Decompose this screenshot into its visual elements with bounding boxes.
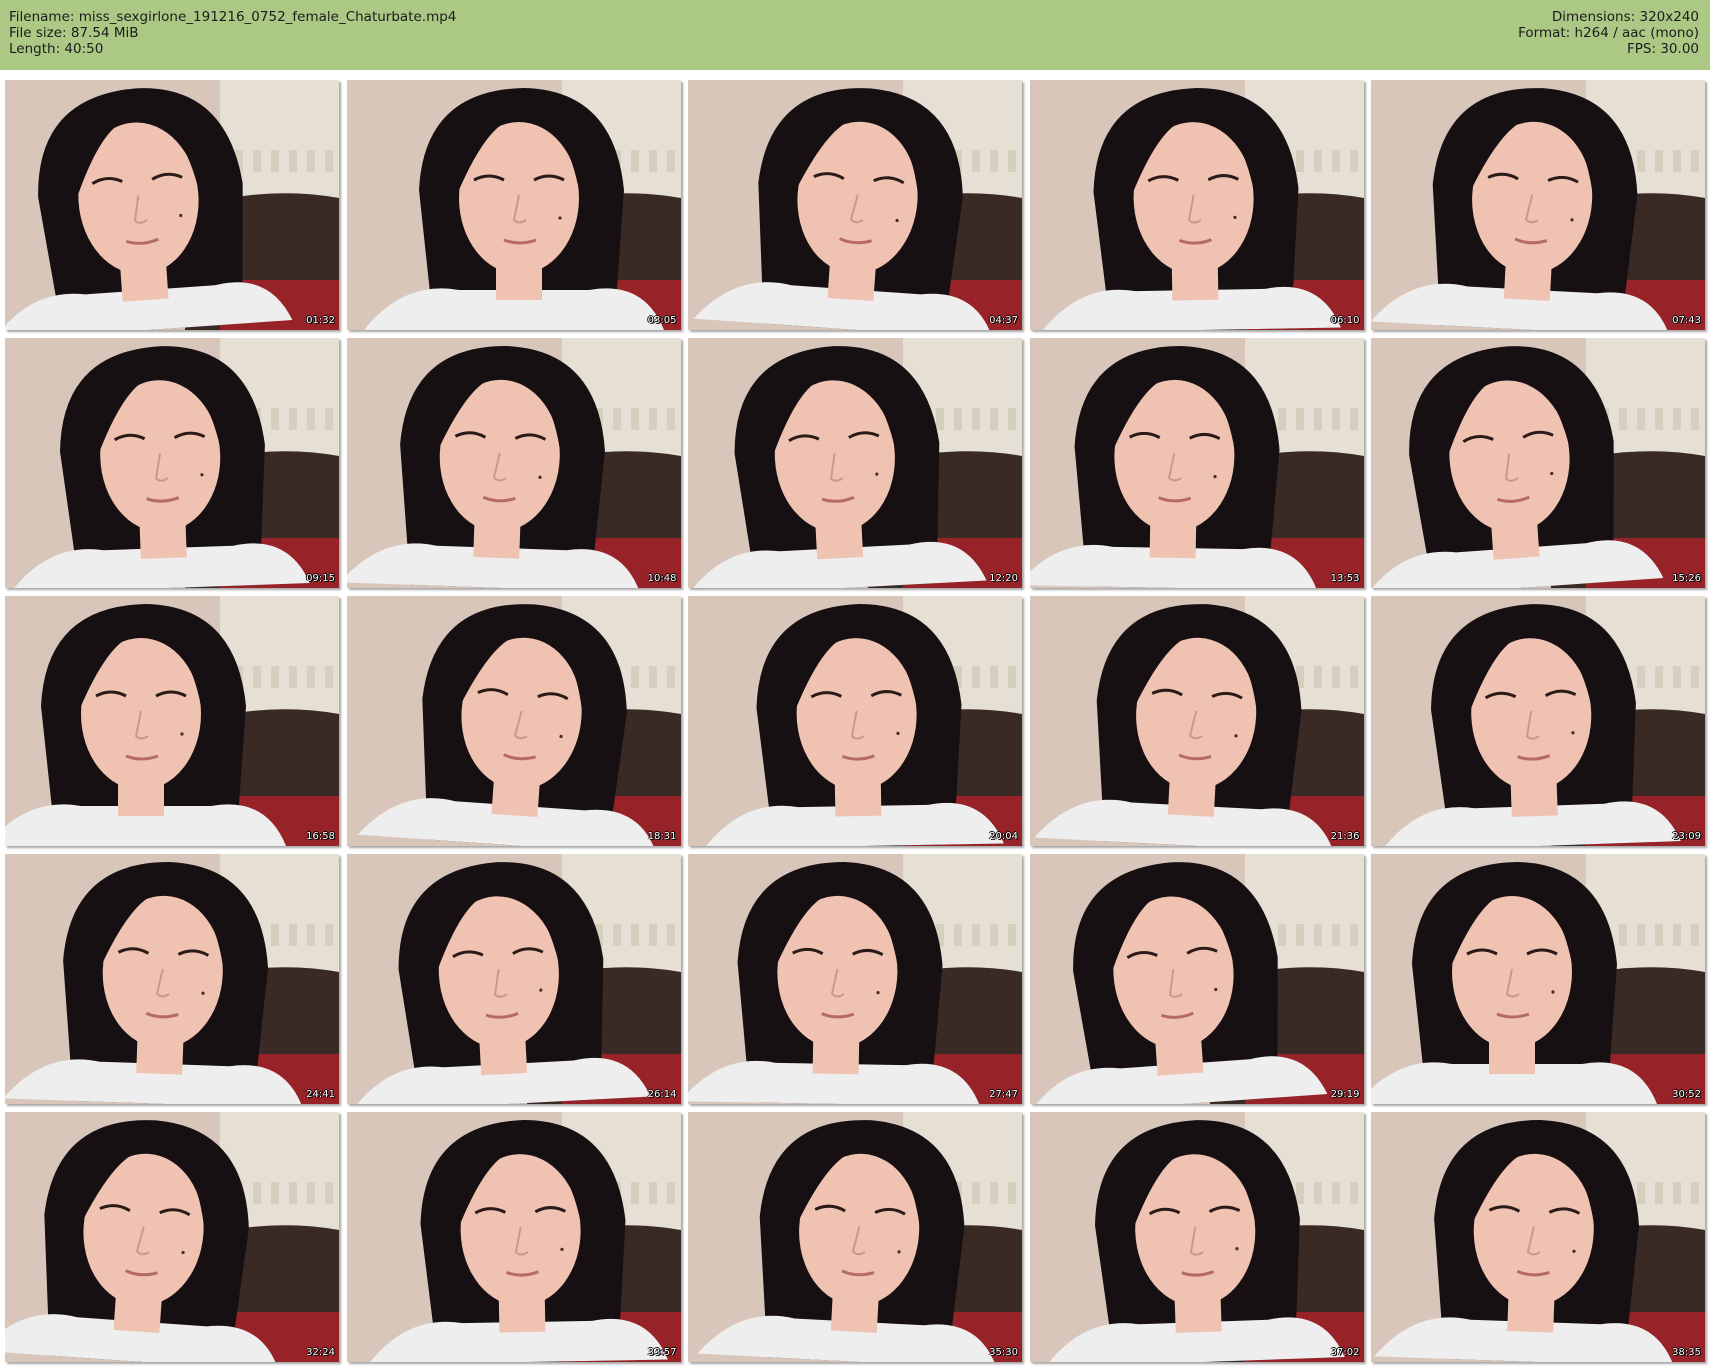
video-frame-thumbnail[interactable]: 09:15 xyxy=(5,338,339,588)
frame-image xyxy=(1029,854,1364,1104)
frame-timestamp: 27:47 xyxy=(989,1089,1018,1100)
frame-timestamp: 01:32 xyxy=(306,315,335,326)
video-frame-thumbnail[interactable]: 01:32 xyxy=(5,80,339,330)
frame-timestamp: 30:52 xyxy=(1672,1089,1701,1100)
format-text: Format: h264 / aac (mono) xyxy=(1518,25,1699,41)
frame-image xyxy=(688,854,1022,1104)
frame-timestamp: 15:26 xyxy=(1672,573,1701,584)
frame-timestamp: 21:36 xyxy=(1330,831,1360,842)
frame-timestamp: 32:24 xyxy=(306,1347,335,1358)
thumbnail-grid: 01:32 03:05 04:37 06:10 07:43 09:15 10:4… xyxy=(5,80,1705,1362)
video-frame-thumbnail[interactable]: 37:02 xyxy=(1029,1112,1364,1362)
frame-image xyxy=(346,1112,681,1362)
frame-timestamp: 07:43 xyxy=(1672,315,1701,326)
file-info: Filename: miss_sexgirlone_191216_0752_fe… xyxy=(9,9,456,57)
frame-timestamp: 20:04 xyxy=(989,831,1018,842)
frame-image xyxy=(5,80,339,330)
info-header: Filename: miss_sexgirlone_191216_0752_fe… xyxy=(0,0,1710,70)
frame-image xyxy=(1029,338,1364,588)
video-frame-thumbnail[interactable]: 15:26 xyxy=(1371,338,1705,588)
video-frame-thumbnail[interactable]: 32:24 xyxy=(5,1112,339,1362)
video-frame-thumbnail[interactable]: 07:43 xyxy=(1371,80,1705,330)
frame-timestamp: 29:19 xyxy=(1330,1089,1360,1100)
frame-image xyxy=(688,338,1022,588)
frame-image xyxy=(5,854,339,1104)
video-frame-thumbnail[interactable]: 16:58 xyxy=(5,596,339,846)
frame-image xyxy=(688,1112,1022,1362)
video-frame-thumbnail[interactable]: 33:57 xyxy=(346,1112,681,1362)
frame-image xyxy=(5,338,339,588)
frame-image xyxy=(1371,338,1705,588)
fps-text: FPS: 30.00 xyxy=(1627,41,1699,57)
frame-image xyxy=(5,596,339,846)
length-text: Length: 40:50 xyxy=(9,41,104,57)
filesize-text: File size: 87.54 MiB xyxy=(9,25,139,41)
filename-text: Filename: miss_sexgirlone_191216_0752_fe… xyxy=(9,9,457,25)
video-frame-thumbnail[interactable]: 26:14 xyxy=(346,854,681,1104)
video-frame-thumbnail[interactable]: 03:05 xyxy=(346,80,681,330)
frame-image xyxy=(1371,854,1705,1104)
video-frame-thumbnail[interactable]: 18:31 xyxy=(346,596,681,846)
frame-timestamp: 16:58 xyxy=(306,831,335,842)
frame-image xyxy=(1029,1112,1364,1362)
video-frame-thumbnail[interactable]: 12:20 xyxy=(688,338,1022,588)
frame-timestamp: 33:57 xyxy=(647,1347,677,1358)
frame-image xyxy=(346,80,681,330)
video-frame-thumbnail[interactable]: 23:09 xyxy=(1371,596,1705,846)
frame-image xyxy=(688,596,1022,846)
media-info: Dimensions: 320x240 Format: h264 / aac (… xyxy=(1518,9,1699,57)
frame-timestamp: 24:41 xyxy=(306,1089,335,1100)
frame-timestamp: 26:14 xyxy=(647,1089,677,1100)
video-frame-thumbnail[interactable]: 10:48 xyxy=(346,338,681,588)
frame-image xyxy=(346,854,681,1104)
frame-timestamp: 35:30 xyxy=(989,1347,1018,1358)
video-frame-thumbnail[interactable]: 24:41 xyxy=(5,854,339,1104)
video-frame-thumbnail[interactable]: 35:30 xyxy=(688,1112,1022,1362)
video-frame-thumbnail[interactable]: 38:35 xyxy=(1371,1112,1705,1362)
video-frame-thumbnail[interactable]: 29:19 xyxy=(1029,854,1364,1104)
frame-timestamp: 10:48 xyxy=(647,573,677,584)
frame-timestamp: 09:15 xyxy=(306,573,335,584)
frame-image xyxy=(1371,596,1705,846)
frame-image xyxy=(346,338,681,588)
frame-timestamp: 03:05 xyxy=(647,315,677,326)
frame-image xyxy=(346,596,681,846)
frame-image xyxy=(1371,1112,1705,1362)
video-frame-thumbnail[interactable]: 06:10 xyxy=(1029,80,1364,330)
video-frame-thumbnail[interactable]: 04:37 xyxy=(688,80,1022,330)
dimensions-text: Dimensions: 320x240 xyxy=(1551,9,1699,25)
video-frame-thumbnail[interactable]: 13:53 xyxy=(1029,338,1364,588)
frame-image xyxy=(1029,80,1364,330)
frame-timestamp: 13:53 xyxy=(1330,573,1360,584)
frame-image xyxy=(1371,80,1705,330)
frame-image xyxy=(688,80,1022,330)
frame-timestamp: 38:35 xyxy=(1672,1347,1701,1358)
frame-timestamp: 37:02 xyxy=(1330,1347,1360,1358)
frame-timestamp: 23:09 xyxy=(1672,831,1701,842)
frame-timestamp: 18:31 xyxy=(647,831,677,842)
frame-image xyxy=(1029,596,1364,846)
video-frame-thumbnail[interactable]: 21:36 xyxy=(1029,596,1364,846)
frame-timestamp: 04:37 xyxy=(989,315,1018,326)
video-frame-thumbnail[interactable]: 20:04 xyxy=(688,596,1022,846)
frame-image xyxy=(5,1112,339,1362)
video-frame-thumbnail[interactable]: 30:52 xyxy=(1371,854,1705,1104)
video-frame-thumbnail[interactable]: 27:47 xyxy=(688,854,1022,1104)
frame-timestamp: 06:10 xyxy=(1330,315,1360,326)
frame-timestamp: 12:20 xyxy=(989,573,1018,584)
